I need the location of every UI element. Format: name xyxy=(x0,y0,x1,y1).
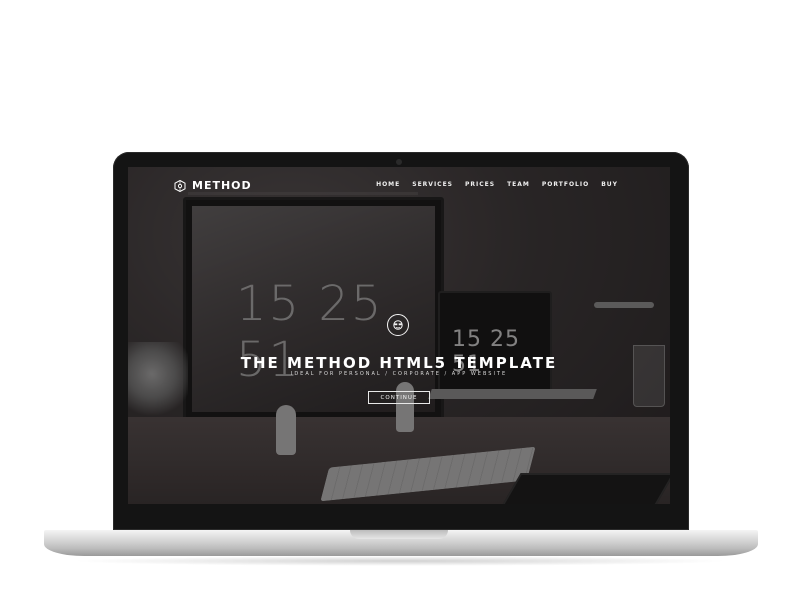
hexagon-logo-icon xyxy=(174,179,186,192)
laptop-base-notch xyxy=(350,530,448,539)
face-emblem-icon xyxy=(387,314,409,336)
nav-item-buy[interactable]: BUY xyxy=(601,181,618,188)
continue-button[interactable]: CONTINUE xyxy=(368,391,430,404)
nav-item-services[interactable]: SERVICES xyxy=(412,181,453,188)
laptop-shadow xyxy=(70,556,730,566)
nav-item-team[interactable]: TEAM xyxy=(507,181,530,188)
nav-item-home[interactable]: HOME xyxy=(376,181,400,188)
main-nav: HOME SERVICES PRICES TEAM PORTFOLIO BUY xyxy=(376,181,618,188)
site-logo[interactable]: METHOD xyxy=(174,179,252,192)
hero-title: THE METHOD HTML5 TEMPLATE xyxy=(240,354,558,372)
nav-item-prices[interactable]: PRICES xyxy=(465,181,495,188)
hero-subtitle: IDEAL FOR PERSONAL / CORPORATE / APP WEB… xyxy=(290,371,508,377)
face-glyph-icon xyxy=(393,320,403,330)
logo-text: METHOD xyxy=(192,179,252,192)
nav-item-portfolio[interactable]: PORTFOLIO xyxy=(542,181,589,188)
laptop-camera xyxy=(396,159,402,165)
laptop-screen: 15 25 51 15 25 51 METHOD HOME SERVICES P… xyxy=(128,167,670,504)
